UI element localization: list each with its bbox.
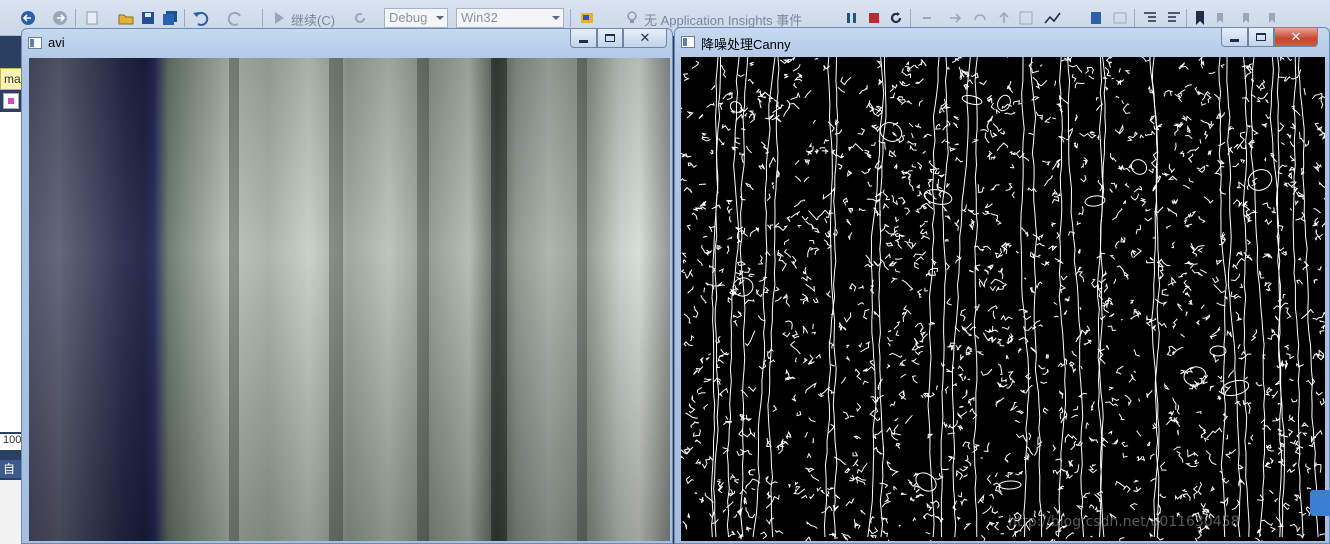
prev-bookmark-icon[interactable]: [1214, 8, 1230, 28]
window-title: avi: [48, 35, 65, 50]
save-all-icon[interactable]: [162, 8, 178, 28]
redo-icon[interactable]: [226, 8, 246, 28]
open-folder-icon[interactable]: [118, 8, 134, 28]
class-icon: [3, 93, 19, 109]
close-button[interactable]: ✕: [623, 29, 667, 48]
step-over-icon[interactable]: [972, 8, 988, 28]
play-icon[interactable]: [273, 8, 285, 28]
back-icon[interactable]: [20, 8, 36, 28]
bookmark-icon[interactable]: [1194, 8, 1206, 28]
show-next-statement-icon[interactable]: [920, 8, 936, 28]
configuration-select[interactable]: Debug: [384, 8, 448, 28]
insights-icon[interactable]: [625, 8, 639, 28]
save-icon[interactable]: [140, 8, 156, 28]
stack-frame-icon[interactable]: [1112, 8, 1128, 28]
clear-bookmarks-icon[interactable]: [1266, 8, 1282, 28]
maximize-button[interactable]: [597, 29, 623, 48]
link-icon[interactable]: [1310, 490, 1330, 516]
threads-icon[interactable]: [1088, 8, 1104, 28]
restart-icon[interactable]: [352, 8, 368, 28]
undo-icon[interactable]: [192, 8, 212, 28]
maximize-icon: [605, 34, 615, 42]
window-title: 降噪处理Canny: [701, 37, 791, 52]
hex-display-icon[interactable]: [1018, 8, 1034, 28]
continue-button[interactable]: 继续(C): [291, 10, 335, 29]
maximize-button[interactable]: [1248, 28, 1274, 47]
pause-icon[interactable]: [846, 8, 858, 28]
outdent-icon[interactable]: [1166, 8, 1182, 28]
diagnostic-icon[interactable]: [1044, 8, 1062, 28]
step-out-icon[interactable]: [996, 8, 1012, 28]
minimize-icon: [1230, 38, 1239, 42]
close-button[interactable]: ✕: [1274, 28, 1318, 47]
video-frame: [29, 58, 670, 541]
canny-edge-frame: [681, 57, 1325, 541]
canny-window[interactable]: 降噪处理Canny ✕: [674, 27, 1330, 544]
stop-icon[interactable]: [868, 8, 880, 28]
new-file-icon[interactable]: [84, 8, 100, 28]
close-icon: ✕: [639, 30, 651, 46]
close-icon: ✕: [1290, 29, 1302, 45]
minimize-button[interactable]: [1221, 28, 1248, 47]
forward-icon[interactable]: [52, 8, 68, 28]
find-icon[interactable]: [579, 8, 595, 28]
step-into-icon[interactable]: [948, 8, 964, 28]
app-icon: [28, 37, 42, 49]
next-bookmark-icon[interactable]: [1240, 8, 1256, 28]
maximize-icon: [1256, 33, 1266, 41]
watermark: http://blog.csdn.net/u011630458: [1008, 514, 1240, 530]
curtain-image: [29, 58, 670, 541]
app-icon: [681, 36, 695, 48]
platform-select[interactable]: Win32: [456, 8, 564, 28]
minimize-icon: [579, 39, 588, 43]
video-window[interactable]: avi ✕: [21, 28, 673, 544]
indent-icon[interactable]: [1142, 8, 1158, 28]
minimize-button[interactable]: [570, 29, 597, 48]
canny-edge-image: [681, 57, 1325, 541]
restart-debug-icon[interactable]: [888, 8, 904, 28]
